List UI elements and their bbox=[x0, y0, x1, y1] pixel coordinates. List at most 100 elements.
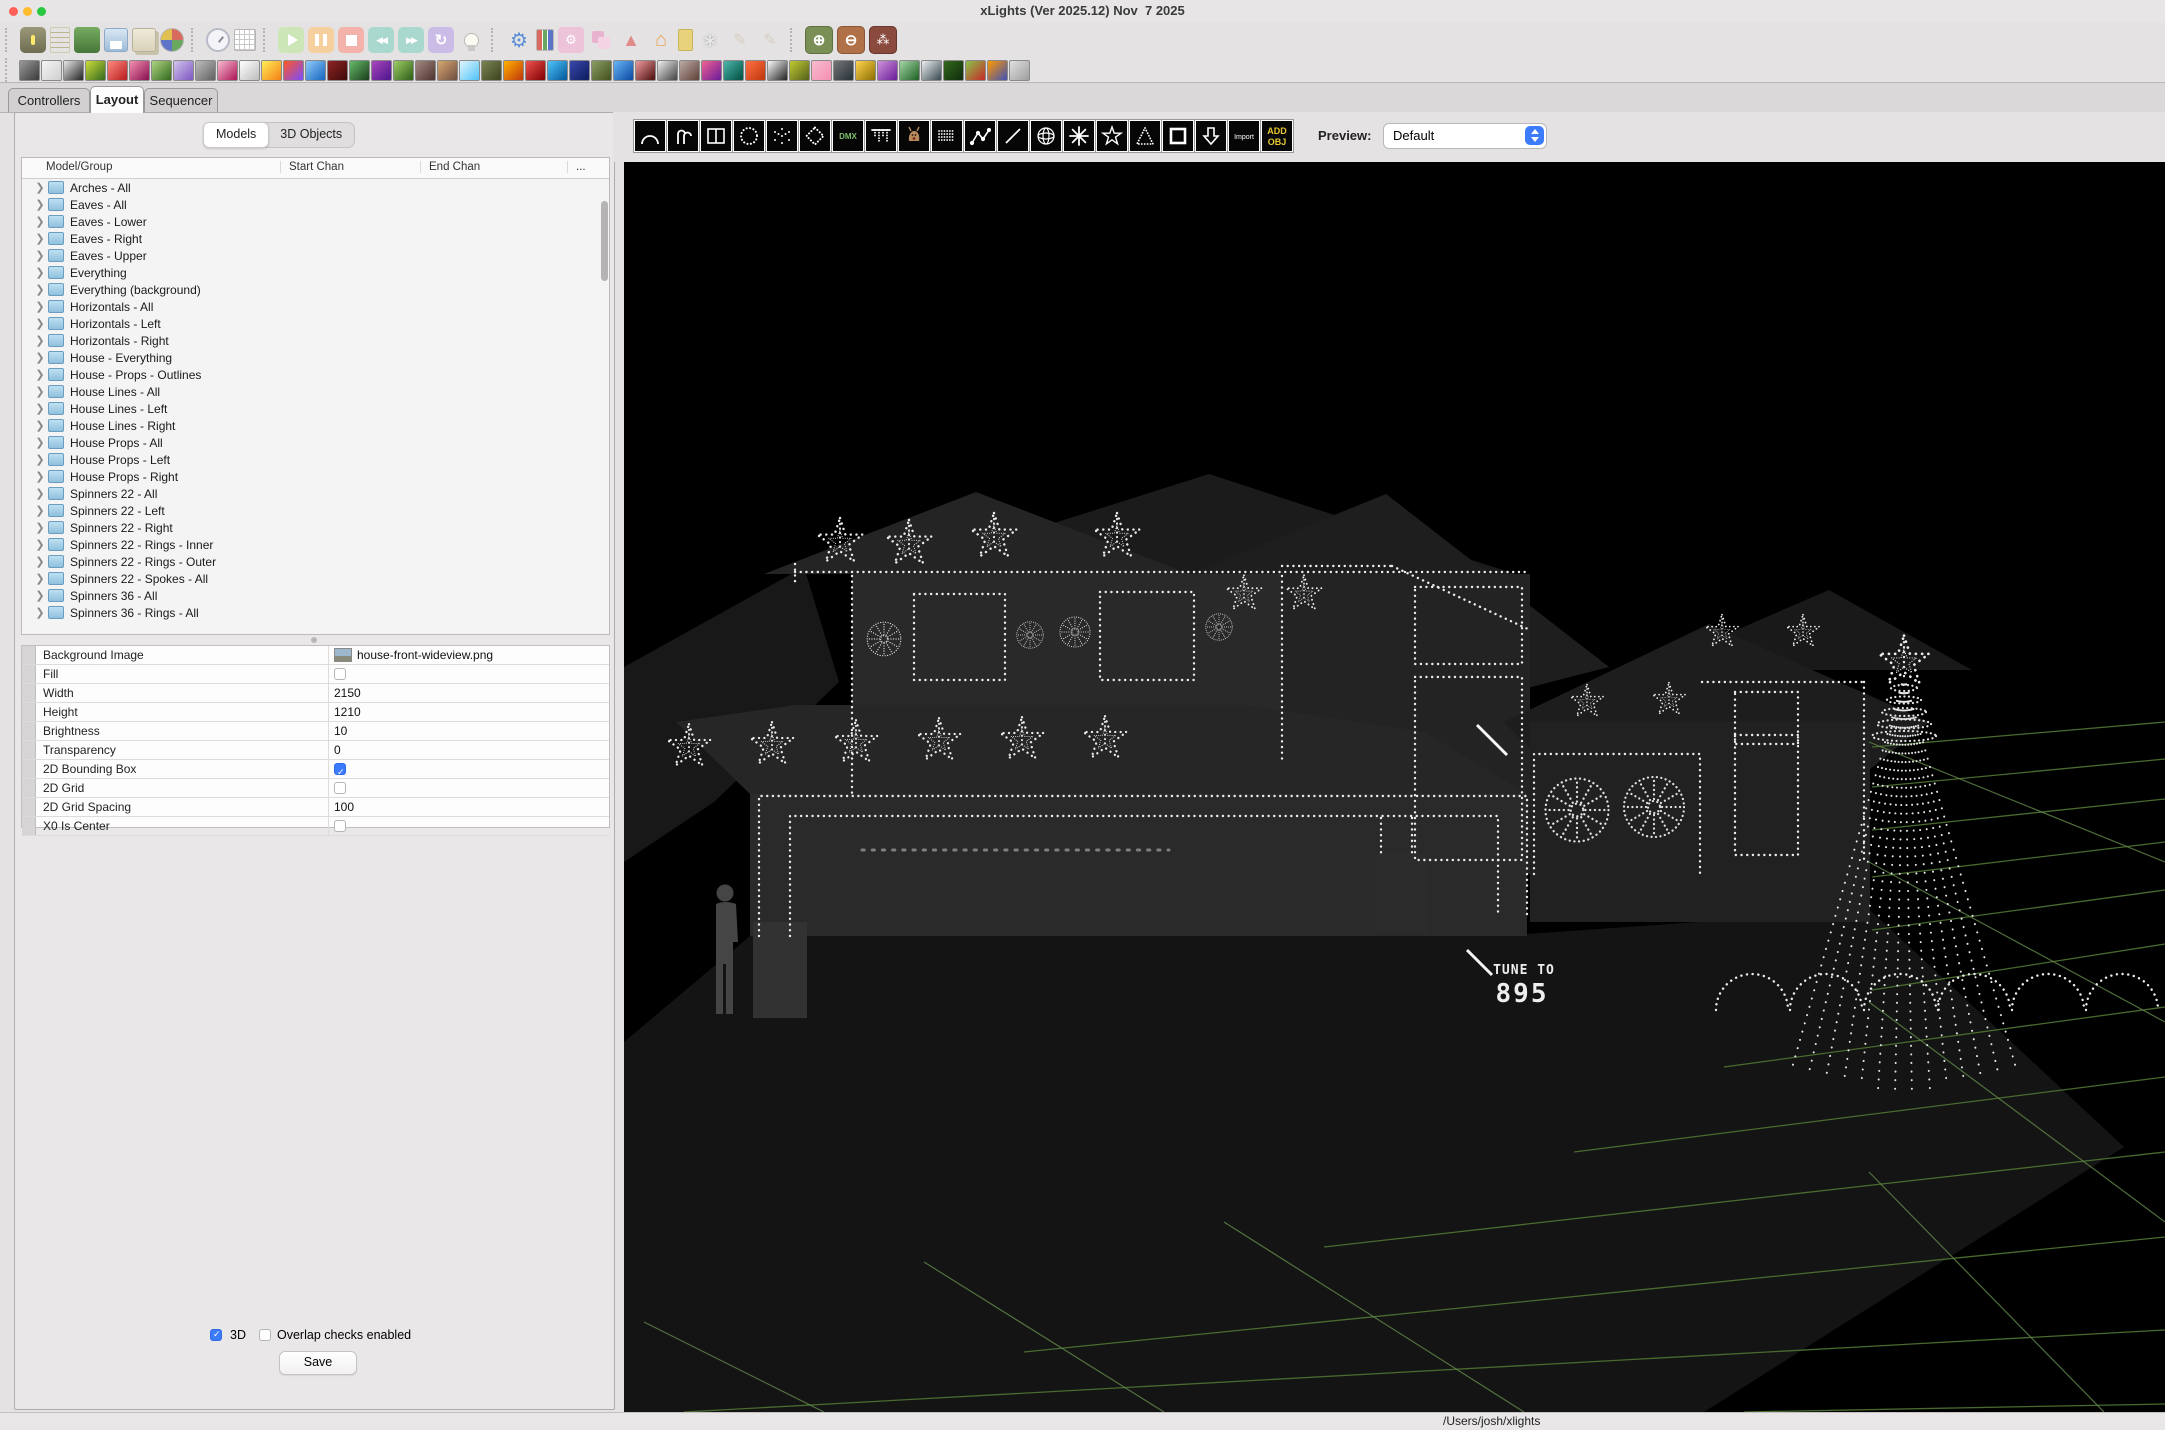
disclosure-icon[interactable]: ❯ bbox=[34, 436, 46, 449]
disclosure-icon[interactable]: ❯ bbox=[34, 300, 46, 313]
light-bulb-icon[interactable] bbox=[458, 27, 484, 53]
toggle-models[interactable]: Models bbox=[203, 122, 270, 148]
tree-item[interactable]: ❯ House - Everything bbox=[22, 349, 599, 366]
tree-item[interactable]: ❯ House Lines - Left bbox=[22, 400, 599, 417]
tool-wreath-arrow-icon[interactable] bbox=[1194, 119, 1228, 153]
disclosure-icon[interactable]: ❯ bbox=[34, 232, 46, 245]
tree-item[interactable]: ❯ Spinners 22 - Spokes - All bbox=[22, 570, 599, 587]
palette-icon[interactable] bbox=[160, 28, 184, 52]
disclosure-icon[interactable]: ❯ bbox=[34, 453, 46, 466]
tool-cube-icon[interactable] bbox=[765, 119, 799, 153]
tool-channel-block-icon[interactable] bbox=[699, 119, 733, 153]
replay-icon[interactable]: ↻ bbox=[428, 27, 454, 53]
crayons-icon[interactable] bbox=[536, 29, 554, 51]
effect-icon-23[interactable] bbox=[502, 59, 524, 81]
render-burst-icon[interactable]: ∗ bbox=[697, 27, 723, 53]
tool-add-object-icon[interactable]: ADD OBJ bbox=[1260, 119, 1294, 153]
tree-item[interactable]: ❯ Spinners 36 - Rings - All bbox=[22, 604, 599, 621]
tree-item[interactable]: ❯ Eaves - Right bbox=[22, 230, 599, 247]
property-value[interactable] bbox=[329, 760, 346, 781]
effect-icon-35[interactable] bbox=[766, 59, 788, 81]
effect-icon-36[interactable] bbox=[788, 59, 810, 81]
effect-icon-18[interactable] bbox=[392, 59, 414, 81]
effect-icon-30[interactable] bbox=[656, 59, 678, 81]
property-checkbox[interactable] bbox=[334, 668, 346, 680]
pencil-effects-icon[interactable]: ✎ bbox=[727, 27, 753, 53]
tree-item[interactable]: ❯ Horizontals - Right bbox=[22, 332, 599, 349]
effect-icon-16[interactable] bbox=[348, 59, 370, 81]
tree-item[interactable]: ❯ House Props - All bbox=[22, 434, 599, 451]
disclosure-icon[interactable]: ❯ bbox=[34, 198, 46, 211]
effect-icon-34[interactable] bbox=[744, 59, 766, 81]
property-value[interactable]: 0 bbox=[329, 741, 341, 759]
col-more[interactable]: ... bbox=[567, 161, 586, 173]
effect-icon-8[interactable] bbox=[172, 59, 194, 81]
tool-star-icon[interactable] bbox=[1095, 119, 1129, 153]
disclosure-icon[interactable]: ❯ bbox=[34, 385, 46, 398]
preview-3d-viewport[interactable]: TUNE TO 895 bbox=[624, 162, 2165, 1412]
tool-tree-icon[interactable] bbox=[1128, 119, 1162, 153]
tree-scrollbar-thumb[interactable] bbox=[601, 201, 608, 281]
pencil-effects-2-icon[interactable]: ✎ bbox=[757, 27, 783, 53]
effect-icon-14[interactable] bbox=[304, 59, 326, 81]
tree-item[interactable]: ❯ Everything bbox=[22, 264, 599, 281]
effect-icon-33[interactable] bbox=[722, 59, 744, 81]
maximize-icon[interactable] bbox=[37, 7, 46, 16]
effect-icon-15[interactable] bbox=[326, 59, 348, 81]
tree-item[interactable]: ❯ Spinners 22 - Rings - Inner bbox=[22, 536, 599, 553]
disclosure-icon[interactable]: ❯ bbox=[34, 572, 46, 585]
tool-spinner-icon[interactable] bbox=[1062, 119, 1096, 153]
close-icon[interactable] bbox=[9, 7, 18, 16]
settings-gear-icon[interactable]: ⚙ bbox=[506, 27, 532, 53]
effect-icon-44[interactable] bbox=[964, 59, 986, 81]
save-icon[interactable] bbox=[104, 28, 128, 52]
property-value[interactable]: 1210 bbox=[329, 703, 361, 721]
col-end-chan[interactable]: End Chan bbox=[420, 161, 480, 173]
tool-matrix-icon[interactable] bbox=[930, 119, 964, 153]
tree-item[interactable]: ❯ Spinners 22 - Right bbox=[22, 519, 599, 536]
effect-icon-13[interactable] bbox=[282, 59, 304, 81]
open-show-directory-icon[interactable] bbox=[20, 27, 46, 53]
notes-icon[interactable] bbox=[678, 29, 693, 51]
property-value[interactable]: 10 bbox=[329, 722, 347, 740]
tree-item[interactable]: ❯ Eaves - Upper bbox=[22, 247, 599, 264]
toggle-3d-objects[interactable]: 3D Objects bbox=[268, 123, 354, 147]
tree-item[interactable]: ❯ Spinners 22 - All bbox=[22, 485, 599, 502]
tree-item[interactable]: ❯ Spinners 36 - All bbox=[22, 587, 599, 604]
disclosure-icon[interactable]: ❯ bbox=[34, 589, 46, 602]
tree-item[interactable]: ❯ Horizontals - Left bbox=[22, 315, 599, 332]
tree-item[interactable]: ❯ House - Props - Outlines bbox=[22, 366, 599, 383]
fast-forward-icon[interactable]: ▶▶ bbox=[398, 27, 424, 53]
property-checkbox[interactable] bbox=[334, 763, 346, 781]
tool-image-icon[interactable] bbox=[897, 119, 931, 153]
new-sequence-icon[interactable] bbox=[50, 27, 70, 53]
property-value[interactable] bbox=[329, 665, 346, 683]
tree-item[interactable]: ❯ House Lines - All bbox=[22, 383, 599, 400]
effect-icon-6[interactable] bbox=[128, 59, 150, 81]
save-button[interactable]: Save bbox=[279, 1351, 357, 1375]
tool-candy-cane-icon[interactable] bbox=[666, 119, 700, 153]
disclosure-icon[interactable]: ❯ bbox=[34, 402, 46, 415]
effect-icon-29[interactable] bbox=[634, 59, 656, 81]
effect-icon-3[interactable] bbox=[62, 59, 84, 81]
effect-icon-25[interactable] bbox=[546, 59, 568, 81]
property-value[interactable]: 2150 bbox=[329, 684, 361, 702]
effect-icon-45[interactable] bbox=[986, 59, 1008, 81]
tree-item[interactable]: ❯ House Props - Right bbox=[22, 468, 599, 485]
dropdown-stepper-icon[interactable] bbox=[1525, 126, 1544, 145]
effect-icon-12[interactable] bbox=[260, 59, 282, 81]
check-sequence-icon[interactable]: ▲ bbox=[618, 27, 644, 53]
effect-icon-42[interactable] bbox=[920, 59, 942, 81]
minimize-icon[interactable] bbox=[23, 7, 32, 16]
tool-icicles-icon[interactable] bbox=[864, 119, 898, 153]
disclosure-icon[interactable]: ❯ bbox=[34, 334, 46, 347]
col-model-group[interactable]: Model/Group bbox=[46, 161, 112, 173]
property-value[interactable]: 100 bbox=[329, 798, 354, 816]
effect-icon-39[interactable] bbox=[854, 59, 876, 81]
tree-item[interactable]: ❯ House Lines - Right bbox=[22, 417, 599, 434]
tune-to-sign-model[interactable]: TUNE TO 895 bbox=[1493, 963, 1555, 1009]
effect-icon-17[interactable] bbox=[370, 59, 392, 81]
tool-import-icon[interactable]: Import bbox=[1227, 119, 1261, 153]
open-sequence-icon[interactable] bbox=[74, 27, 100, 53]
effect-icon-41[interactable] bbox=[898, 59, 920, 81]
